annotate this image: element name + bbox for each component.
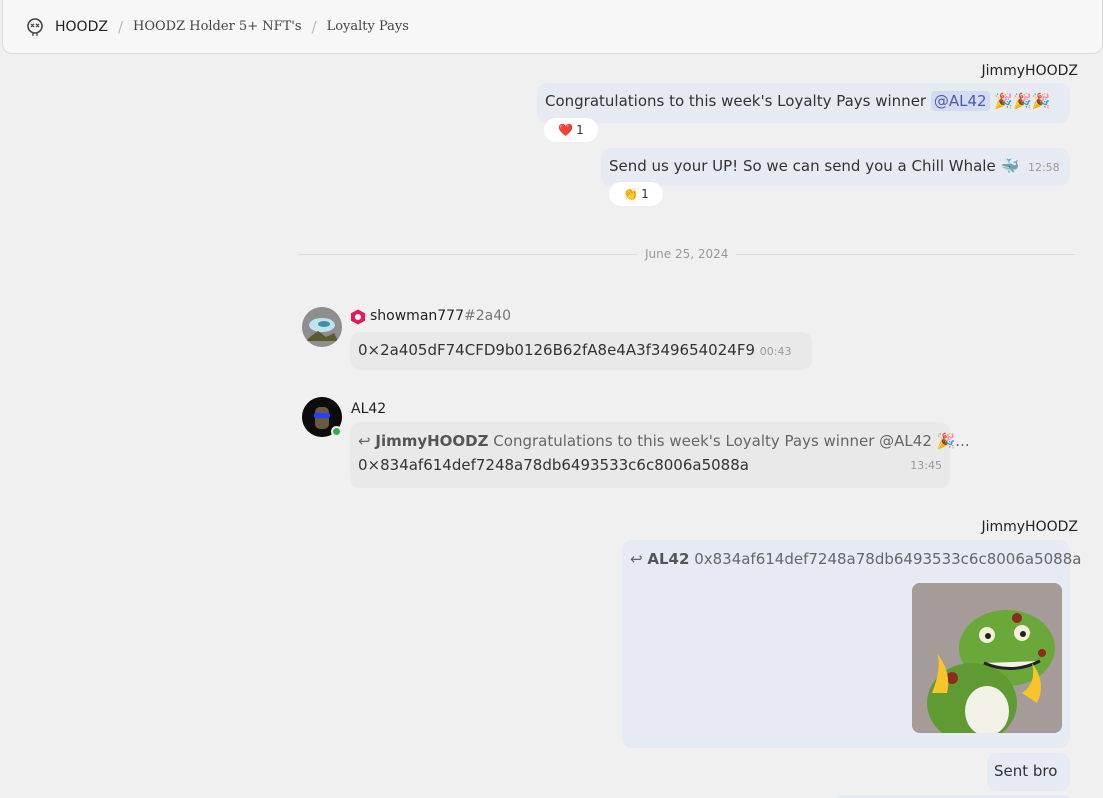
breadcrumb-channel[interactable]: Loyalty Pays xyxy=(327,19,409,34)
breadcrumb-channel-group[interactable]: HOODZ Holder 5+ NFT's xyxy=(133,19,302,34)
message-time: 00:43 xyxy=(759,345,792,358)
frog-nft-icon xyxy=(912,583,1062,733)
message-bubble[interactable]: Congratulations to this week's Loyalty P… xyxy=(537,83,1070,123)
reply-arrow-icon: ↩ xyxy=(358,432,371,450)
hexagon-badge-icon xyxy=(351,309,365,325)
party-popper-icon: 🎉🎉🎉 xyxy=(994,92,1051,110)
message-bubble[interactable]: Sent bro xyxy=(987,753,1070,791)
sender-tag: #2a40 xyxy=(464,308,512,324)
reply-text: 0x834af614def7248a78db6493533c6c8006a508… xyxy=(694,550,1082,568)
reaction-chip[interactable]: 👏 1 xyxy=(609,182,663,206)
reply-author: JimmyHOODZ xyxy=(375,432,489,450)
breadcrumb-separator: / xyxy=(117,17,123,36)
message-text: 0×2a405dF74CFD9b0126B62fA8e4A3f349654024… xyxy=(358,341,755,359)
user-mention[interactable]: @AL42 xyxy=(930,91,990,111)
message-sender[interactable]: AL42 xyxy=(351,401,386,417)
breadcrumb-separator: / xyxy=(311,17,317,36)
message-bubble[interactable]: ↩ AL42 0x834af614def7248a78db6493533c6c8… xyxy=(622,540,1081,748)
hoodz-logo-icon[interactable] xyxy=(25,17,45,37)
message-text: Sent bro xyxy=(994,762,1058,780)
reaction-count: 1 xyxy=(641,187,649,201)
reply-text: Congratulations to this week's Loyalty P… xyxy=(493,432,970,450)
message-sender[interactable]: JimmyHOODZ xyxy=(981,519,1078,535)
online-status-icon xyxy=(331,426,342,437)
message-text: Send us your UP! So we can send you a Ch… xyxy=(609,157,996,175)
top-bar: HOODZ / HOODZ Holder 5+ NFT's / Loyalty … xyxy=(2,0,1103,54)
whale-icon: 🐳 xyxy=(1000,157,1020,175)
date-divider: June 25, 2024 xyxy=(637,247,737,261)
message-time: 13:45 xyxy=(910,458,942,472)
nft-frog-image[interactable] xyxy=(912,583,1062,733)
message-bubble[interactable]: 0×2a405dF74CFD9b0126B62fA8e4A3f349654024… xyxy=(350,332,812,370)
message-sender[interactable]: showman777#2a40 xyxy=(370,308,511,324)
reply-author: AL42 xyxy=(647,550,690,568)
message-bubble[interactable]: ↩ JimmyHOODZ Congratulations to this wee… xyxy=(350,422,970,488)
message-time: 12:58 xyxy=(1027,161,1060,174)
message-text: Congratulations to this week's Loyalty P… xyxy=(545,92,927,110)
reply-arrow-icon: ↩ xyxy=(630,550,643,568)
reply-quote[interactable]: ↩ JimmyHOODZ Congratulations to this wee… xyxy=(358,432,970,450)
message-text: 0×834af614def7248a78db6493533c6c8006a508… xyxy=(358,456,749,474)
reaction-count: 1 xyxy=(576,123,584,137)
clap-icon: 👏 xyxy=(623,187,639,201)
message-sender[interactable]: JimmyHOODZ xyxy=(981,63,1078,79)
avatar[interactable] xyxy=(302,307,342,347)
whale-avatar-icon xyxy=(302,307,342,347)
breadcrumb-workspace[interactable]: HOODZ xyxy=(55,19,108,35)
reaction-chip[interactable]: ❤️ 1 xyxy=(544,118,598,142)
heart-icon: ❤️ xyxy=(558,123,574,137)
reply-quote[interactable]: ↩ AL42 0x834af614def7248a78db6493533c6c8… xyxy=(630,550,1081,568)
sender-name: showman777 xyxy=(370,308,464,324)
message-bubble[interactable]: Send us your UP! So we can send you a Ch… xyxy=(601,148,1070,186)
